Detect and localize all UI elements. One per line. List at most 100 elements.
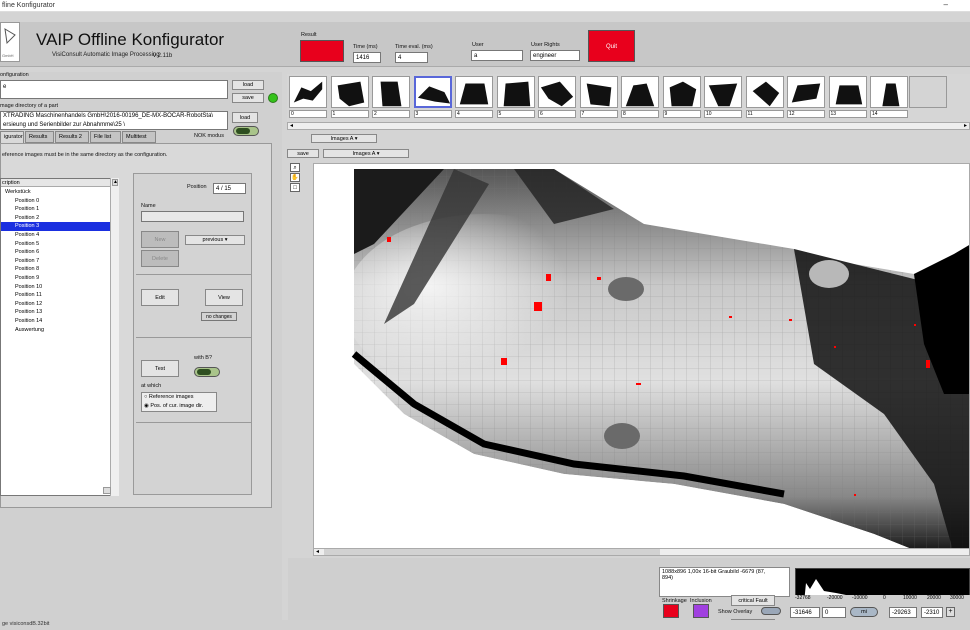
viewer-scrollbar[interactable]: ◂ [313,548,970,556]
viewer-save-button[interactable]: save [287,149,319,158]
thumbnail-index: 3 [413,110,452,118]
status-bar: ge visiconsdB.32bit [0,620,970,630]
thumbnail-image[interactable] [579,76,618,108]
tree-item[interactable]: Position 14 [1,317,111,326]
tree-item[interactable]: Position 9 [1,274,111,283]
new-button[interactable]: New [141,231,179,248]
hist-high-field[interactable]: -2310 [921,607,943,618]
name-field[interactable] [141,211,244,222]
time-field: 1416 [353,52,381,63]
tree-item[interactable]: Auswertung [1,326,111,335]
pan-hand-icon[interactable]: ✋ [290,173,300,182]
tree-item[interactable]: Position 1 [1,205,111,214]
thumbnail-image[interactable] [828,76,867,108]
critical-fault-button[interactable]: critical Fault [731,595,775,606]
tab-results-2[interactable]: Results 2 [55,131,89,143]
thumbnail-image[interactable] [538,76,576,108]
tree-item[interactable]: Werkstück [1,188,111,197]
image-dir-load-button[interactable]: load [232,112,258,123]
thumbnail-image[interactable] [745,76,784,108]
thumbnail-image[interactable] [372,76,410,108]
image-info-box: 1088x896 1,00x 16-bit Graubild -6679 (87… [659,567,790,597]
result-label: Result [301,32,317,38]
scroll-thumb[interactable] [324,549,660,555]
tree-item[interactable]: Position 3 [1,222,111,231]
image-dir-field[interactable]: XTRADING Maschinenhandels GmbH\2016-0019… [0,111,228,130]
tree-scrollbar[interactable]: ▲ [110,178,119,496]
edit-button[interactable]: Edit [141,289,179,306]
thumbnail-shape [459,83,489,105]
thumbnail-strip: 0 1 2 3 4 5 6 7 8 9 10 11 12 13 14 [287,74,970,122]
test-button[interactable]: Test [141,360,179,377]
tree-item[interactable]: Position 10 [1,283,111,292]
tree-item[interactable]: Position 0 [1,197,111,206]
thumbnail-index: 4 [455,110,493,118]
tree-item[interactable]: Position 5 [1,240,111,249]
scroll-up-icon[interactable]: ▲ [112,179,118,186]
scroll-left-icon[interactable]: ◂ [316,548,319,555]
thumbnail-image[interactable] [621,76,659,108]
tree-item[interactable]: Position 11 [1,291,111,300]
with-b-toggle[interactable] [194,367,220,377]
hist-low-field[interactable]: -29263 [889,607,917,618]
thumbnail-shape [625,83,655,107]
config-load-button[interactable]: load [232,80,264,90]
tab-configurator[interactable]: igurator [0,131,24,143]
images-select[interactable]: Images A ▾ [323,149,409,158]
xray-image-viewer[interactable] [313,163,970,553]
scroll-right-icon[interactable]: ▸ [964,122,967,129]
thumbnail-shape [835,85,862,105]
hist-min-field[interactable]: -31646 [790,607,820,618]
tab-file-list[interactable]: File list [90,131,121,143]
histogram-axis: -32768 -20000 -10000 0 10000 20000 30000 [795,595,970,604]
radio-reference-images[interactable]: ○ Reference images [144,394,194,400]
at-which-label: at which [141,383,162,389]
thumbnail-image[interactable] [289,76,327,108]
previous-select-label: previous [202,237,224,243]
plus-icon[interactable]: + [946,607,955,617]
tree-item[interactable]: Position 7 [1,257,111,266]
tree-item[interactable]: Position 12 [1,300,111,309]
thumbnail-empty [909,76,947,108]
tab-multitest[interactable]: Multitest [122,131,156,143]
hist-tick: 20000 [927,595,941,601]
config-save-button[interactable]: save [232,93,264,103]
thumbnail-image[interactable] [455,76,493,108]
tree-item[interactable]: Position 6 [1,248,111,257]
thumbnail-image[interactable] [330,76,369,108]
tree-item[interactable]: Position 13 [1,308,111,317]
scroll-left-icon[interactable]: ◂ [290,122,293,129]
select-rect-icon[interactable]: □ [290,183,300,192]
inclusion-color-swatch[interactable] [693,604,709,618]
hist-zero-field[interactable]: 0 [822,607,846,618]
configuration-field[interactable]: e [0,80,228,99]
delete-button[interactable]: Delete [141,250,179,267]
view-button[interactable]: View [205,289,243,306]
radio-pos-current-dir[interactable]: ◉ Pos. of cur. image dir. [144,403,203,409]
min-max-toggle[interactable]: mi [850,607,878,617]
tree-item[interactable]: Position 4 [1,231,111,240]
images-select-top[interactable]: Images A ▾ [311,134,377,143]
thumbnail-image[interactable] [787,76,825,108]
tree-item[interactable]: Position 8 [1,265,111,274]
previous-select[interactable]: previous ▾ [185,235,245,245]
show-overlay-toggle[interactable] [761,607,781,615]
thumbnail-image[interactable] [413,76,452,108]
quit-button[interactable]: Quit [588,30,635,62]
thumbnail-image[interactable] [870,76,908,108]
nok-mode-toggle[interactable] [233,126,259,136]
position-tree[interactable]: cription Werkstück Position 0 Position 1 Po… [0,178,119,496]
minimize-button[interactable]: – [944,0,948,9]
tab-results[interactable]: Results [25,131,54,143]
thumbnail-shape [380,81,402,107]
tree-item[interactable]: Position 2 [1,214,111,223]
hist-tick: 10000 [903,595,917,601]
shrinkage-color-swatch[interactable] [663,604,679,618]
thumbnail-image[interactable] [496,76,535,108]
thumbnail-scrollbar[interactable]: ◂ ▸ [287,122,970,130]
thumbnail-image[interactable] [662,76,701,108]
image-info-line-2: 894) [662,575,674,581]
thumbnail-image[interactable] [704,76,742,108]
zoom-icon[interactable]: ⌕ [290,163,300,172]
user-rights-field: engineer [530,50,580,61]
